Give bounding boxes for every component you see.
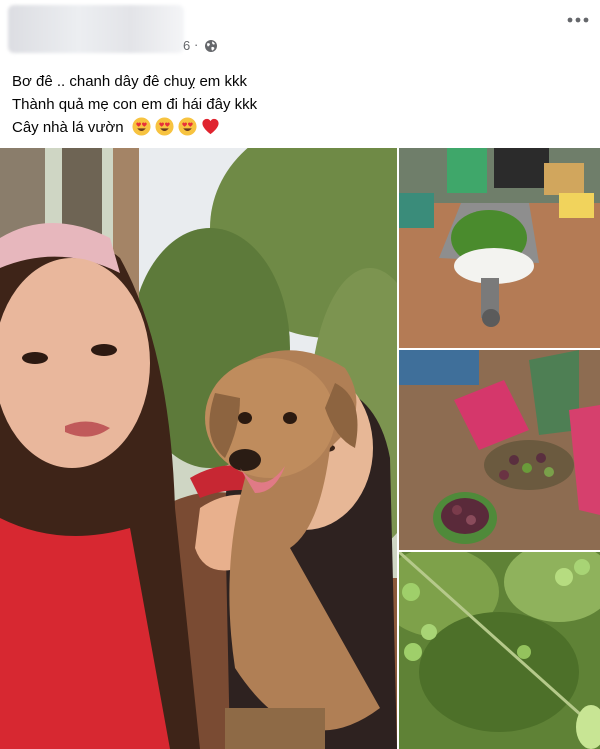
heart-eyes-icon xyxy=(132,117,151,136)
timestamp-separator: · xyxy=(194,37,199,52)
photo-passion-fruit-harvest[interactable] xyxy=(399,350,600,550)
caption-line-3: Cây nhà lá vườn xyxy=(12,119,124,136)
more-horizontal-icon xyxy=(567,17,589,23)
photo-passion-fruit-vine[interactable] xyxy=(399,552,600,749)
heart-eyes-icon xyxy=(155,117,174,136)
more-options-button[interactable] xyxy=(560,6,596,34)
photo-selfie-with-puppy[interactable] xyxy=(0,148,397,749)
heart-eyes-icon xyxy=(178,117,197,136)
caption-line-1: Bơ đê .. chanh dây đê chuỵ em kkk xyxy=(12,73,247,90)
red-heart-icon xyxy=(201,117,220,136)
post-header: 6 · xyxy=(0,0,600,64)
caption-line-3-wrap: Cây nhà lá vườn xyxy=(12,116,257,139)
author-name-blurred[interactable] xyxy=(8,5,184,53)
post-timestamp[interactable]: 6 xyxy=(183,38,190,53)
photo-wheelbarrow-avocados[interactable] xyxy=(399,148,600,348)
globe-icon[interactable] xyxy=(204,39,218,53)
post-caption: Bơ đê .. chanh dây đê chuỵ em kkk Thành … xyxy=(12,70,257,139)
emoji-row xyxy=(132,117,220,136)
caption-line-2: Thành quả mẹ con em đi hái đây kkk xyxy=(12,96,258,113)
